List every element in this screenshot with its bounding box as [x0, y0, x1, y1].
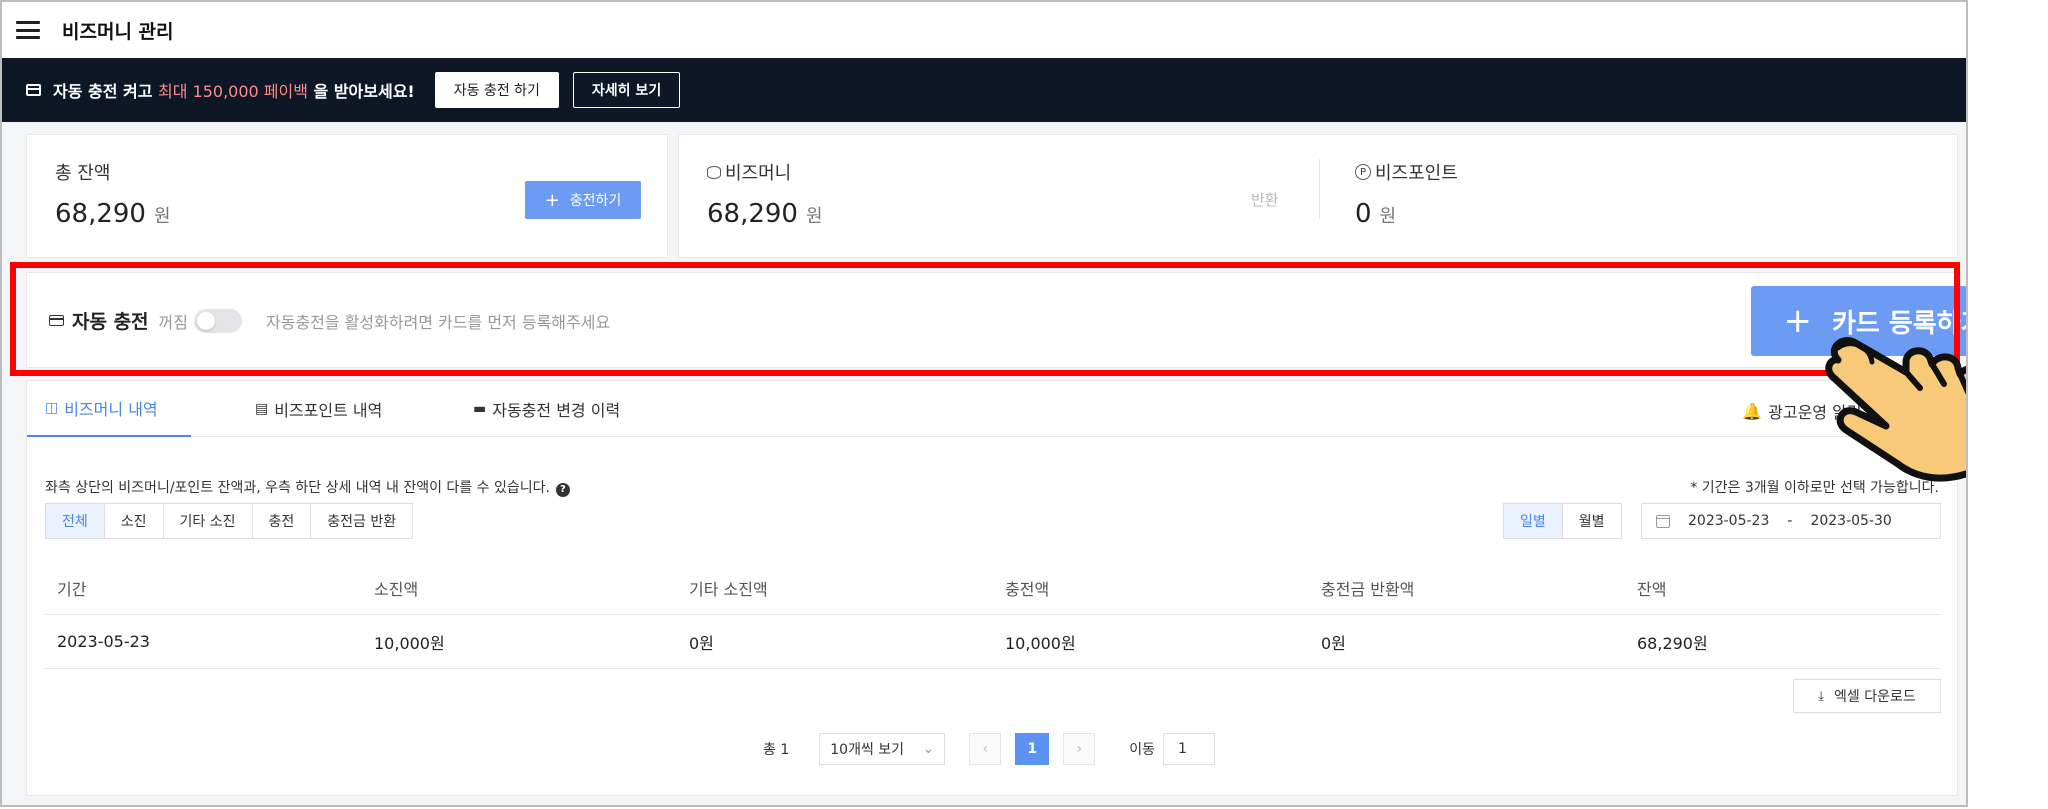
table-cell: 2023-05-23 — [57, 632, 150, 651]
column-header: 소진액 — [374, 579, 419, 599]
table-cell: 0원 — [1321, 633, 1346, 653]
column-header: 충전액 — [1005, 579, 1050, 599]
period-toggle: 일별 월별 — [1503, 503, 1622, 539]
bizpoint-label-text: 비즈포인트 — [1375, 163, 1458, 184]
column-header: 기간 — [57, 579, 87, 599]
column-header: 충전금 반환액 — [1321, 579, 1415, 599]
bizmoney-amount: 68,290 — [707, 199, 798, 229]
date-end[interactable]: 2023-05-30 — [1810, 513, 1891, 529]
bizpoint-label: P 비즈포인트 — [1355, 159, 1458, 185]
app-window: 비즈머니 관리 자동 충전 켜고 최대 150,000 페이백 을 받아보세요!… — [0, 0, 1968, 807]
charge-button-label: 충전하기 — [569, 193, 622, 209]
tab-label: 비즈포인트 내역 — [274, 401, 383, 420]
chevron-left-icon: ‹ — [982, 741, 989, 757]
highlight-box — [10, 262, 1960, 376]
calendar-icon — [1656, 514, 1670, 528]
date-separator: - — [1787, 513, 1793, 529]
banner-text-prefix: 자동 충전 켜고 — [53, 82, 159, 101]
period-daily[interactable]: 일별 — [1504, 504, 1562, 538]
balance-note: 좌측 상단의 비즈머니/포인트 잔액과, 우측 하단 상세 내역 내 잔액이 다… — [45, 477, 570, 497]
date-range-picker[interactable]: 2023-05-23 - 2023-05-30 — [1641, 503, 1941, 539]
chevron-down-icon: ⌄ — [922, 741, 935, 757]
table-cell: 68,290원 — [1637, 633, 1708, 653]
bizmoney-card: 비즈머니 68,290 원 반환 P 비즈포인트 0원 — [678, 134, 1958, 258]
page-size-select[interactable]: 10개씩 보기 ⌄ — [819, 733, 946, 765]
page-jump-input[interactable]: 1 — [1163, 733, 1216, 765]
card-icon: ▬ — [473, 401, 487, 417]
tab-label: 자동충전 변경 이력 — [492, 401, 621, 420]
point-icon: P — [1355, 164, 1371, 180]
database-icon — [707, 165, 721, 179]
banner-text-suffix: 을 받아보세요! — [307, 82, 415, 101]
date-start[interactable]: 2023-05-23 — [1688, 513, 1769, 529]
filter-all[interactable]: 전체 — [46, 504, 104, 538]
tab-label: 비즈머니 내역 — [64, 400, 158, 419]
total-balance-card: 총 잔액 68,290 원 + 충전하기 — [26, 134, 668, 258]
help-icon[interactable]: ? — [555, 483, 570, 497]
tab-auto-charge-history[interactable]: ▬ 자동충전 변경 이력 — [455, 381, 638, 437]
bizpoint-amount: 0 — [1355, 199, 1372, 229]
filter-charge[interactable]: 충전 — [251, 504, 311, 538]
filter-spent[interactable]: 소진 — [103, 504, 163, 538]
bizpoint-value: 0원 — [1355, 199, 1396, 229]
bizmoney-value: 68,290 원 — [707, 199, 823, 229]
divider — [1319, 159, 1320, 219]
total-balance-value: 68,290 원 — [55, 199, 171, 229]
currency-unit: 원 — [153, 206, 171, 227]
table-cell: 10,000원 — [1005, 633, 1076, 653]
table-cell: 0원 — [689, 633, 714, 653]
tab-bizmoney-history[interactable]: ◫ 비즈머니 내역 — [27, 381, 191, 437]
pagination: 총 1 10개씩 보기 ⌄ ‹ 1 › 이동 1 — [763, 733, 1216, 765]
currency-unit: 원 — [1379, 206, 1397, 227]
prev-page-button[interactable]: ‹ — [969, 733, 1002, 765]
filter-other-spent[interactable]: 기타 소진 — [162, 504, 252, 538]
auto-charge-button[interactable]: 자동 충전 하기 — [434, 72, 559, 108]
promo-banner: 자동 충전 켜고 최대 150,000 페이백 을 받아보세요! 자동 충전 하… — [2, 58, 1966, 122]
excel-download-label: 엑셀 다운로드 — [1834, 689, 1916, 705]
filter-refund[interactable]: 충전금 반환 — [310, 504, 412, 538]
page-title: 비즈머니 관리 — [62, 20, 174, 43]
page-number-current[interactable]: 1 — [1015, 733, 1050, 765]
card-icon — [26, 84, 41, 96]
total-count: 총 1 — [763, 742, 790, 758]
gift-icon: ▤ — [255, 401, 269, 417]
page-size-value: 10개씩 보기 — [830, 742, 905, 758]
history-panel: ◫비즈머니 내역 ▤비즈포인트 내역 ▬자동충전 변경 이력 🔔광고운영 알림켜… — [26, 380, 1958, 796]
total-balance-label: 총 잔액 — [55, 163, 111, 184]
table-header: 기간 소진액 기타 소진액 충전액 충전금 반환액 잔액 — [45, 561, 1941, 615]
bizmoney-label-text: 비즈머니 — [725, 163, 792, 184]
column-header: 잔액 — [1637, 579, 1667, 599]
top-bar: 비즈머니 관리 — [2, 2, 1966, 58]
excel-download-button[interactable]: ⤓ 엑셀 다운로드 — [1793, 679, 1941, 713]
column-header: 기타 소진액 — [689, 579, 768, 599]
detail-button[interactable]: 자세히 보기 — [572, 72, 681, 108]
tab-bizpoint-history[interactable]: ▤ 비즈포인트 내역 — [237, 381, 400, 437]
table-row: 2023-05-23 10,000원 0원 10,000원 0원 68,290원 — [45, 615, 1941, 669]
chevron-right-icon: › — [1076, 741, 1083, 757]
balance-note-text: 좌측 상단의 비즈머니/포인트 잔액과, 우측 하단 상세 내역 내 잔액이 다… — [45, 480, 550, 496]
history-table: 기간 소진액 기타 소진액 충전액 충전금 반환액 잔액 2023-05-23 … — [45, 561, 1941, 669]
table-cell: 10,000원 — [374, 633, 445, 653]
history-tabs: ◫비즈머니 내역 ▤비즈포인트 내역 ▬자동충전 변경 이력 🔔광고운영 알림켜… — [27, 381, 1957, 437]
charge-button[interactable]: + 충전하기 — [525, 181, 641, 219]
bell-icon: 🔔 — [1742, 401, 1763, 421]
period-monthly[interactable]: 월별 — [1561, 504, 1621, 538]
plus-icon: + — [544, 189, 560, 211]
bizmoney-label: 비즈머니 — [707, 159, 791, 185]
pointing-hand-icon — [1825, 337, 1966, 482]
next-page-button[interactable]: › — [1063, 733, 1096, 765]
currency-unit: 원 — [805, 206, 823, 227]
hamburger-menu-icon[interactable] — [16, 21, 40, 39]
database-icon: ◫ — [45, 400, 59, 416]
move-label: 이동 — [1129, 742, 1156, 758]
total-balance-amount: 68,290 — [55, 199, 146, 229]
return-link[interactable]: 반환 — [1251, 189, 1279, 210]
type-filter-group: 전체 소진 기타 소진 충전 충전금 반환 — [45, 503, 414, 539]
banner-text: 자동 충전 켜고 최대 150,000 페이백 을 받아보세요! — [53, 78, 415, 102]
banner-text-highlight: 최대 150,000 페이백 — [158, 82, 308, 101]
download-icon: ⤓ — [1818, 688, 1824, 704]
